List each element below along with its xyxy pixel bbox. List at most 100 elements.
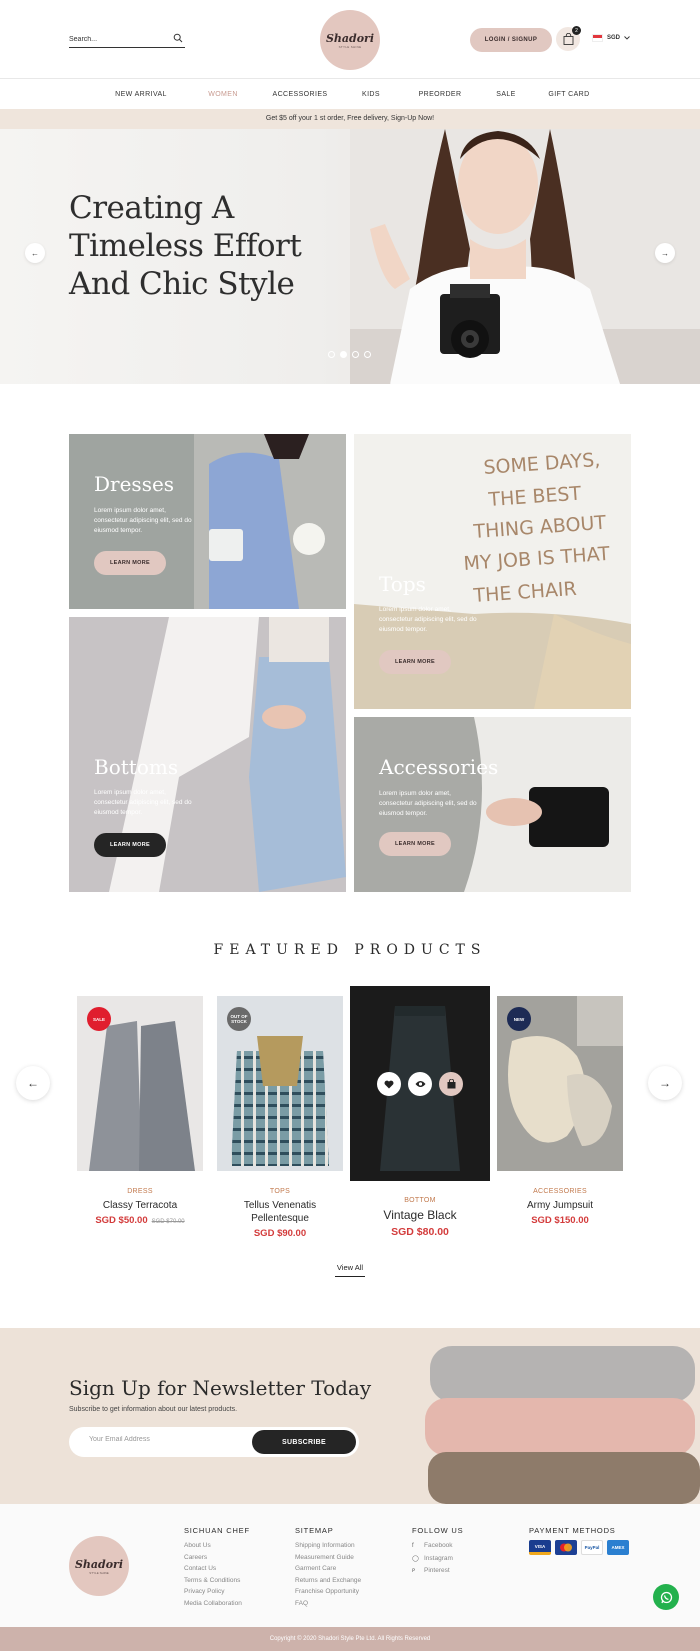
pinterest-link[interactable]: ᴘ Pinterest	[412, 1565, 463, 1578]
wishlist-button[interactable]	[377, 1072, 401, 1096]
product-category: DRESS	[127, 1188, 153, 1195]
footer-link[interactable]: Shipping Information	[295, 1540, 361, 1552]
new-badge: NEW	[507, 1007, 531, 1031]
learn-more-button[interactable]: LEARN MORE	[379, 650, 451, 674]
instagram-link[interactable]: ◯ Instagram	[412, 1553, 463, 1566]
currency-label: SGD	[607, 35, 621, 41]
product-name[interactable]: Army Jumpsuit	[497, 1199, 623, 1212]
search-icon[interactable]	[173, 33, 183, 43]
eye-icon	[415, 1081, 425, 1087]
hero-prev-button[interactable]: ←	[25, 243, 45, 263]
subscribe-button[interactable]: SUBSCRIBE	[252, 1430, 356, 1454]
learn-more-button[interactable]: LEARN MORE	[379, 832, 451, 856]
product-image[interactable]: SALE	[77, 996, 203, 1171]
view-all-link[interactable]: View All	[335, 1263, 365, 1277]
payment-methods: VISA PayPal AMEX	[529, 1540, 629, 1555]
heart-icon	[384, 1080, 394, 1088]
tile-title: Bottoms	[94, 755, 179, 779]
footer-link[interactable]: About Us	[184, 1540, 250, 1552]
category-tile-bottoms[interactable]: Bottoms Lorem ipsum dolor amet, consecte…	[69, 617, 346, 892]
paypal-icon: PayPal	[581, 1540, 603, 1555]
sweaters-image	[425, 1328, 700, 1504]
slide-dot[interactable]	[352, 351, 359, 358]
footer-link-label: Instagram	[424, 1554, 453, 1562]
slide-dot[interactable]	[340, 351, 347, 358]
copyright-bar: Copyright © 2020 Shadori Style Pte Ltd. …	[0, 1627, 700, 1651]
hero-headline: Creating A Timeless Effort And Chic Styl…	[69, 189, 302, 303]
nav-item-women[interactable]: WOMEN	[197, 91, 249, 98]
product-name[interactable]: Vintage Black	[350, 1208, 490, 1223]
quick-view-button[interactable]	[408, 1072, 432, 1096]
search-box[interactable]	[69, 28, 185, 48]
nav-item-new-arrival[interactable]: NEW ARRIVAL	[105, 91, 177, 98]
product-price: SGD $50.00 SGD $70.00	[77, 1215, 203, 1226]
hero-line-1: Creating A	[69, 190, 234, 226]
hero-banner: Creating A Timeless Effort And Chic Styl…	[0, 129, 700, 384]
product-card-hovered[interactable]: BOTTOM Vintage Black SGD $80.00	[350, 986, 490, 1238]
facebook-link[interactable]: f Facebook	[412, 1540, 463, 1553]
footer-link[interactable]: Terms & Conditions	[184, 1575, 250, 1587]
site-header: Shadori STYLE SHINE LOGIN / SIGNUP 2 SGD	[0, 0, 700, 79]
site-logo[interactable]: Shadori STYLE SHINE	[320, 10, 380, 70]
footer-link[interactable]: Franchise Opportunity	[295, 1586, 361, 1598]
product-name-line: Tellus Venenatis	[243, 1200, 317, 1211]
footer-column-payment: PAYMENT METHODS VISA PayPal AMEX	[529, 1526, 629, 1555]
hero-next-button[interactable]: →	[655, 243, 675, 263]
currency-selector[interactable]: SGD	[592, 34, 630, 42]
logo-name: Shadori	[325, 32, 375, 45]
slide-dot[interactable]	[364, 351, 371, 358]
product-name[interactable]: Classy Terracota	[77, 1199, 203, 1212]
newsletter-form: SUBSCRIBE	[69, 1427, 359, 1457]
learn-more-button[interactable]: LEARN MORE	[94, 551, 166, 575]
whatsapp-chat-button[interactable]	[653, 1584, 679, 1610]
out-of-stock-badge: OUT OF STOCK	[227, 1007, 251, 1031]
pinterest-icon: ᴘ	[412, 1568, 416, 1574]
category-tile-accessories[interactable]: Accessories Lorem ipsum dolor amet, cons…	[354, 717, 631, 892]
product-name-line: Pellentesque	[251, 1213, 309, 1224]
product-name[interactable]: Tellus Venenatis Pellentesque	[217, 1199, 343, 1225]
promo-bar[interactable]: Get $5 off your 1 st order, Free deliver…	[0, 109, 700, 129]
nav-item-sale[interactable]: SALE	[489, 91, 523, 98]
search-input[interactable]	[69, 31, 165, 43]
products-next-button[interactable]: →	[648, 1066, 682, 1100]
footer-link[interactable]: Garment Care	[295, 1563, 361, 1575]
category-tile-tops[interactable]: SOME DAYS, THE BEST THING ABOUT MY JOB I…	[354, 434, 631, 709]
hero-line-3: And Chic Style	[69, 266, 295, 302]
add-to-cart-button[interactable]	[439, 1072, 463, 1096]
footer-link[interactable]: Measurement Guide	[295, 1552, 361, 1564]
slide-dot[interactable]	[328, 351, 335, 358]
footer-link[interactable]: Media Collaboration	[184, 1598, 250, 1610]
footer-link-label: Pinterest	[424, 1567, 450, 1574]
footer-link[interactable]: Contact Us	[184, 1563, 250, 1575]
nav-item-accessories[interactable]: ACCESSORIES	[269, 91, 331, 98]
price-old: SGD $70.00	[151, 1219, 185, 1225]
facebook-icon: f	[412, 1543, 414, 1549]
nav-item-gift-card[interactable]: GIFT CARD	[543, 91, 595, 98]
product-category: ACCESSORIES	[533, 1188, 587, 1195]
tile-title: Dresses	[94, 472, 175, 496]
tile-text: Lorem ipsum dolor amet, consectetur adip…	[94, 507, 192, 534]
footer-heading: SICHUAN CHEF	[184, 1526, 250, 1535]
product-card[interactable]: NEW ACCESSORIES Army Jumpsuit SGD $150.0…	[497, 996, 623, 1226]
footer-logo[interactable]: Shadori STYLE SHINE	[69, 1536, 129, 1596]
footer-heading: PAYMENT METHODS	[529, 1526, 616, 1535]
product-card[interactable]: OUT OF STOCK TOPS Tellus Venenatis Pellen…	[217, 996, 343, 1239]
login-signup-button[interactable]: LOGIN / SIGNUP	[470, 28, 552, 52]
products-prev-button[interactable]: ←	[16, 1066, 50, 1100]
cart-button[interactable]: 2	[556, 26, 581, 51]
learn-more-button[interactable]: LEARN MORE	[94, 833, 166, 857]
product-image[interactable]: OUT OF STOCK	[217, 996, 343, 1171]
footer-link[interactable]: Privacy Policy	[184, 1586, 250, 1598]
nav-item-kids[interactable]: KIDS	[351, 91, 391, 98]
footer-link[interactable]: Careers	[184, 1552, 250, 1564]
nav-item-preorder[interactable]: PREORDER	[411, 91, 469, 98]
product-image[interactable]: NEW	[497, 996, 623, 1171]
product-card[interactable]: SALE DRESS Classy Terracota SGD $50.00 SG…	[77, 996, 203, 1226]
product-category: BOTTOM	[404, 1197, 436, 1204]
newsletter-section: Sign Up for Newsletter Today Subscribe t…	[0, 1328, 700, 1504]
footer-link[interactable]: Returns and Exchange	[295, 1575, 361, 1587]
featured-products-title: FEATURED PRODUCTS	[213, 942, 487, 958]
email-field[interactable]	[89, 1436, 239, 1443]
category-tile-dresses[interactable]: Dresses Lorem ipsum dolor amet, consecte…	[69, 434, 346, 609]
footer-link[interactable]: FAQ	[295, 1598, 361, 1610]
